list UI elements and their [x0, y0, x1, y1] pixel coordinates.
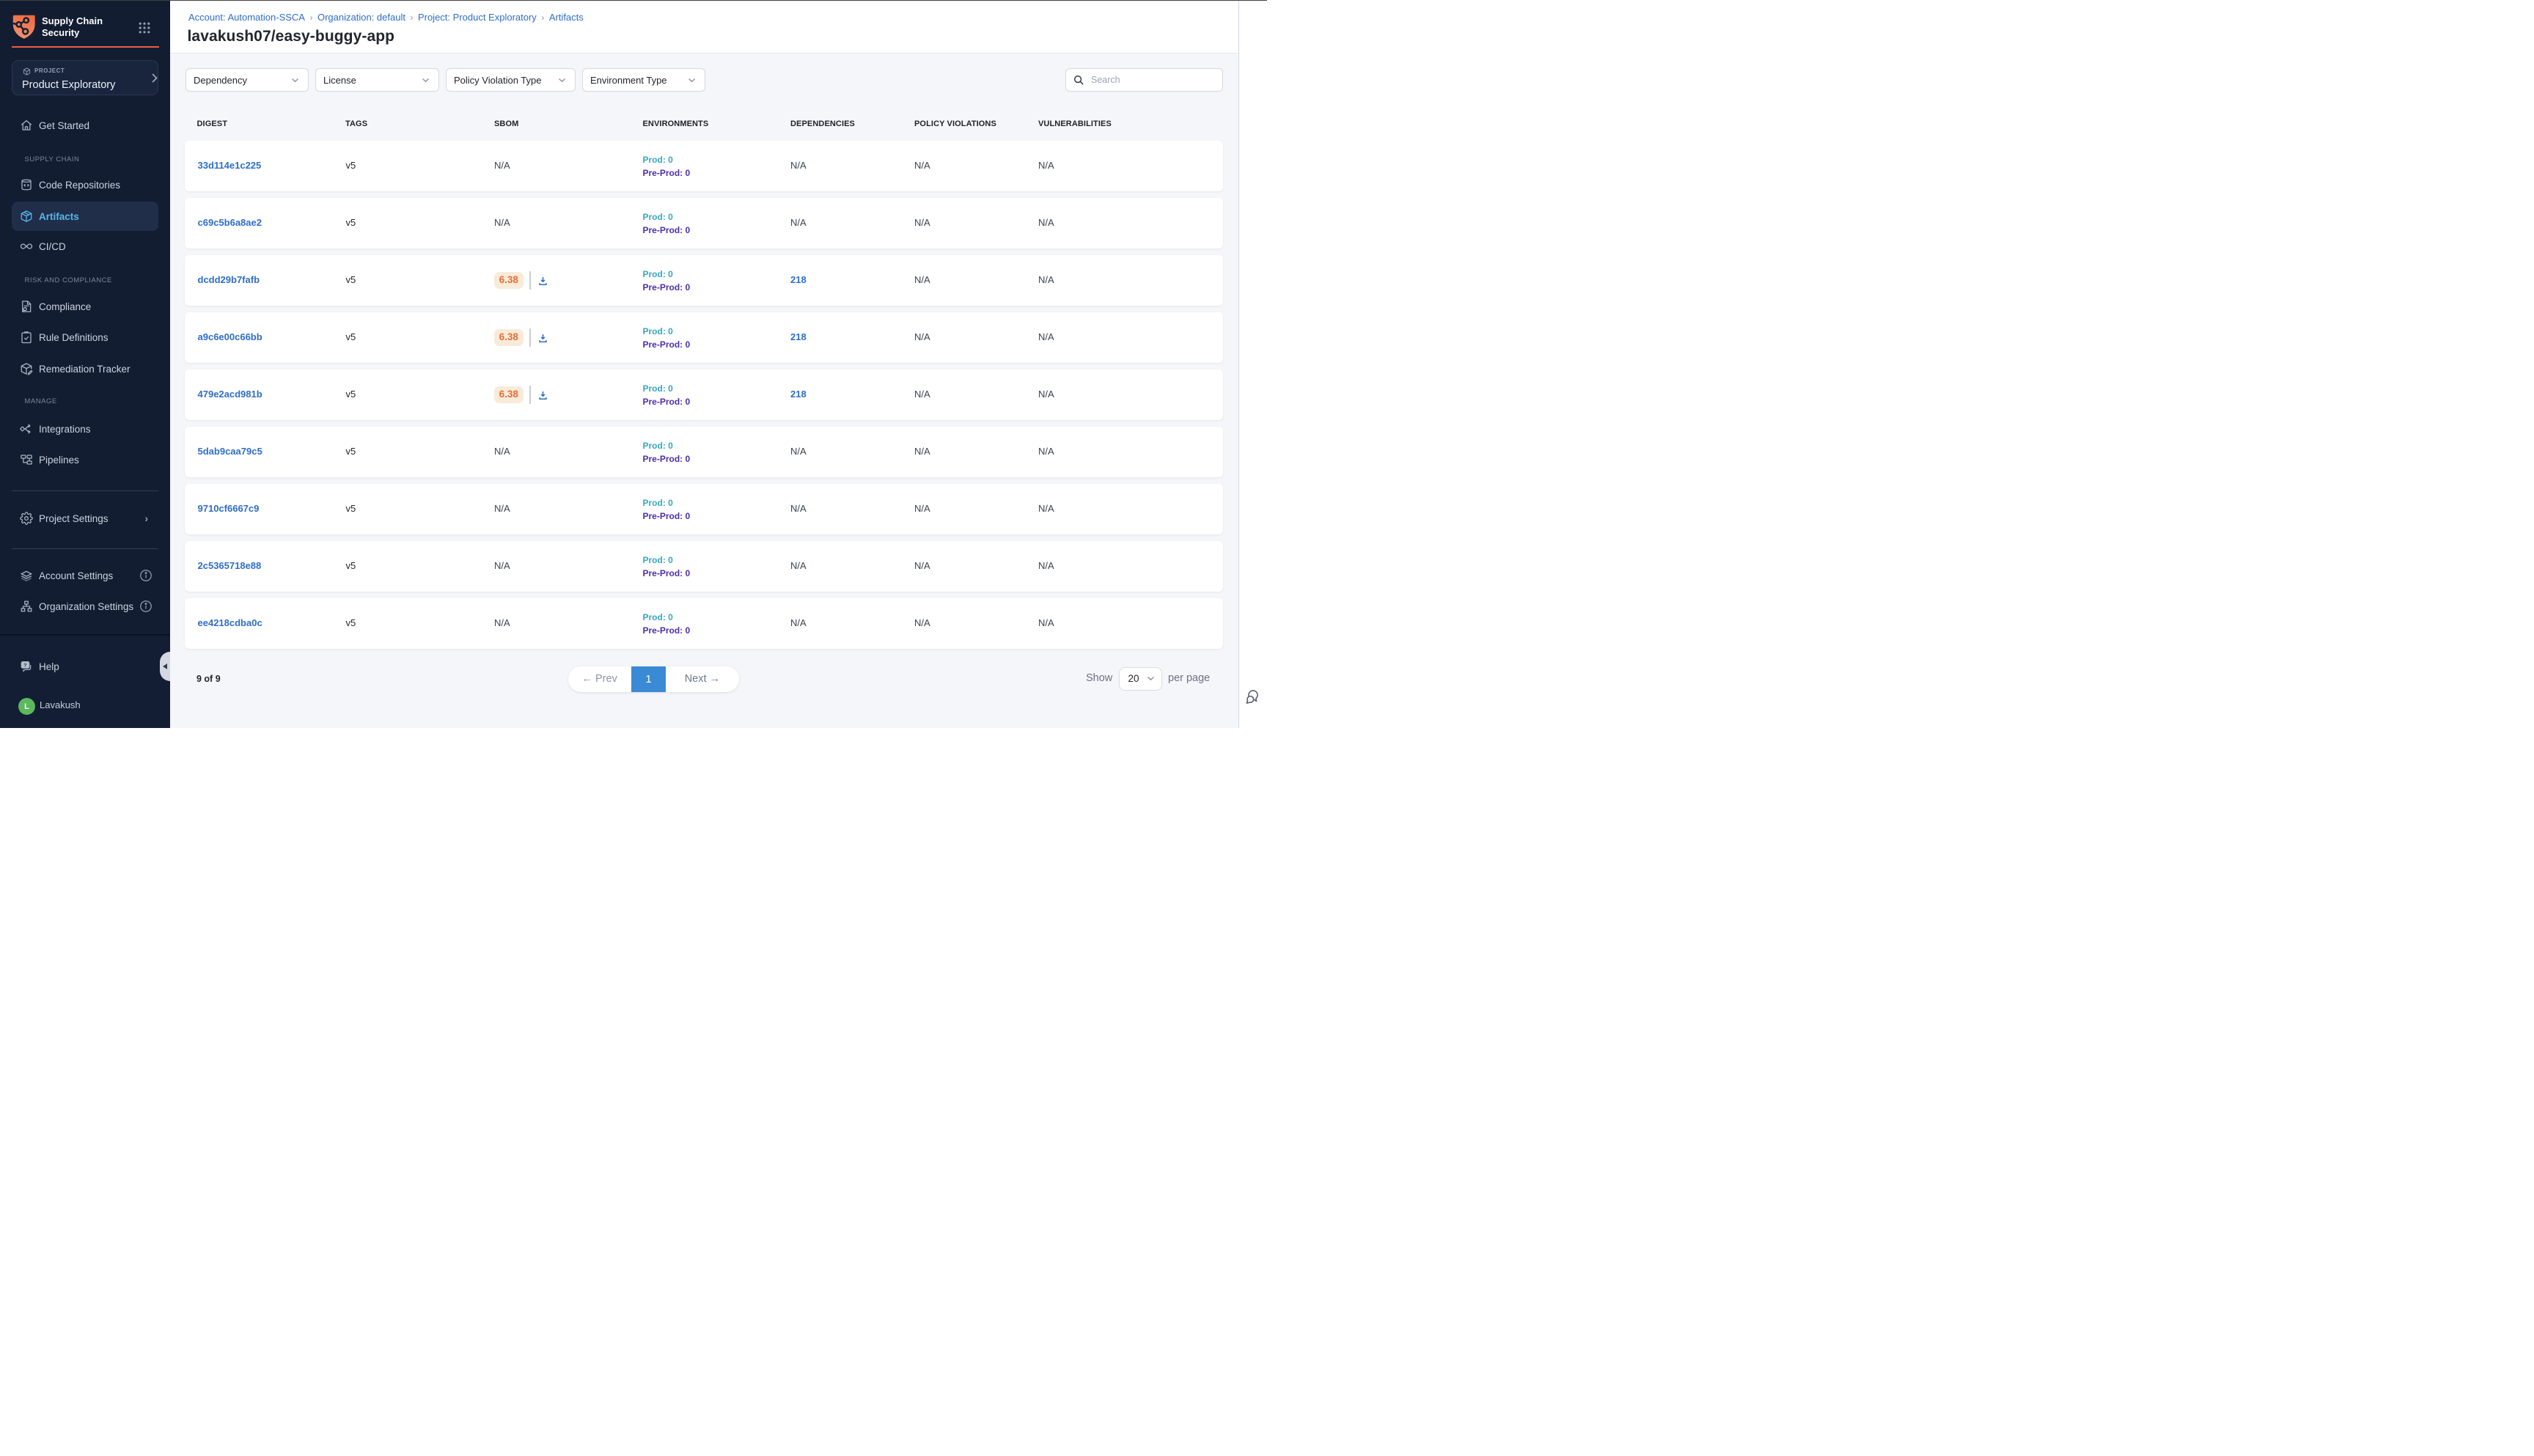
svg-text:?: ?	[23, 663, 26, 668]
